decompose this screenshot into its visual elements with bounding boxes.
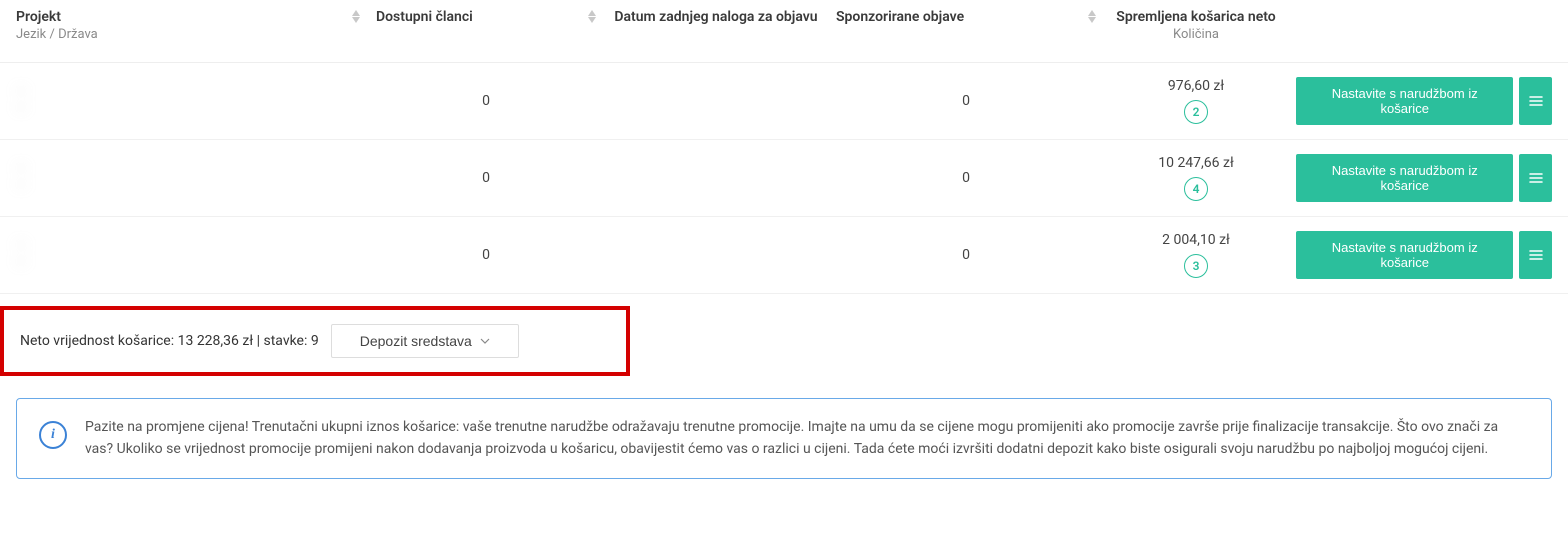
deposit-funds-button[interactable]: Depozit sredstava xyxy=(331,324,519,358)
table-row: — — 0 0 976,60 zł 2 Nastavite s narudžbo… xyxy=(0,63,1568,140)
sort-icon[interactable] xyxy=(1088,8,1096,23)
cart-amount: 976,60 zł xyxy=(1096,78,1296,94)
hamburger-icon xyxy=(1528,247,1544,263)
col-project-sub: Jezik / Država xyxy=(16,27,98,42)
cell-articles: 0 xyxy=(376,247,596,263)
cell-cart: 976,60 zł 2 xyxy=(1096,78,1296,124)
cell-project: — — xyxy=(16,161,376,195)
cell-cart: 10 247,66 zł 4 xyxy=(1096,155,1296,201)
chevron-down-icon xyxy=(480,338,490,344)
col-header-actions xyxy=(1296,8,1552,42)
table-row: — — 0 0 10 247,66 zł 4 Nastavite s narud… xyxy=(0,140,1568,217)
cell-articles: 0 xyxy=(376,170,596,186)
price-change-info: i Pazite na promjene cijena! Trenutačni … xyxy=(16,398,1552,479)
cell-cart: 2 004,10 zł 3 xyxy=(1096,232,1296,278)
cell-project: — — xyxy=(16,84,376,118)
continue-order-button[interactable]: Nastavite s narudžbom iz košarice xyxy=(1296,231,1513,279)
cell-actions: Nastavite s narudžbom iz košarice xyxy=(1296,77,1552,125)
projects-table: Projekt Jezik / Država Dostupni članci D… xyxy=(0,0,1568,294)
info-icon: i xyxy=(39,421,67,449)
col-header-cart[interactable]: Spremljena košarica neto Količina xyxy=(1096,8,1296,42)
col-header-articles[interactable]: Dostupni članci xyxy=(376,8,596,42)
col-header-project[interactable]: Projekt Jezik / Država xyxy=(16,8,376,42)
col-header-sponsored[interactable]: Sponzorirane objave xyxy=(836,8,1096,42)
cart-qty-badge: 3 xyxy=(1184,254,1208,278)
row-menu-button[interactable] xyxy=(1519,231,1552,279)
cell-sponsored: 0 xyxy=(836,93,1096,109)
sort-icon[interactable] xyxy=(588,8,596,23)
cart-amount: 2 004,10 zł xyxy=(1096,232,1296,248)
hamburger-icon xyxy=(1528,170,1544,186)
col-cart-sub: Količina xyxy=(1116,27,1275,42)
table-header: Projekt Jezik / Država Dostupni članci D… xyxy=(0,0,1568,63)
col-sponsored-label: Sponzorirane objave xyxy=(836,8,964,27)
col-project-label: Projekt xyxy=(16,8,98,27)
cell-actions: Nastavite s narudžbom iz košarice xyxy=(1296,231,1552,279)
continue-order-button[interactable]: Nastavite s narudžbom iz košarice xyxy=(1296,154,1513,202)
col-date-label: Datum zadnjeg naloga za objavu xyxy=(614,8,817,27)
cart-amount: 10 247,66 zł xyxy=(1096,155,1296,171)
sort-icon[interactable] xyxy=(352,8,360,23)
col-articles-label: Dostupni članci xyxy=(376,8,473,27)
cell-sponsored: 0 xyxy=(836,170,1096,186)
row-menu-button[interactable] xyxy=(1519,154,1552,202)
hamburger-icon xyxy=(1528,93,1544,109)
continue-order-button[interactable]: Nastavite s narudžbom iz košarice xyxy=(1296,77,1513,125)
row-menu-button[interactable] xyxy=(1519,77,1552,125)
info-text: Pazite na promjene cijena! Trenutačni uk… xyxy=(85,417,1529,460)
table-row: — — 0 0 2 004,10 zł 3 Nastavite s narudž… xyxy=(0,217,1568,294)
table-body: — — 0 0 976,60 zł 2 Nastavite s narudžbo… xyxy=(0,63,1568,294)
summary-text: Neto vrijednost košarice: 13 228,36 zł |… xyxy=(20,333,319,349)
cell-articles: 0 xyxy=(376,93,596,109)
cell-project: — — xyxy=(16,238,376,272)
cart-qty-badge: 4 xyxy=(1184,177,1208,201)
cart-qty-badge: 2 xyxy=(1184,100,1208,124)
col-header-date[interactable]: Datum zadnjeg naloga za objavu xyxy=(596,8,836,42)
col-cart-label: Spremljena košarica neto xyxy=(1116,8,1275,27)
cell-sponsored: 0 xyxy=(836,247,1096,263)
cart-summary: Neto vrijednost košarice: 13 228,36 zł |… xyxy=(0,306,630,376)
cell-actions: Nastavite s narudžbom iz košarice xyxy=(1296,154,1552,202)
